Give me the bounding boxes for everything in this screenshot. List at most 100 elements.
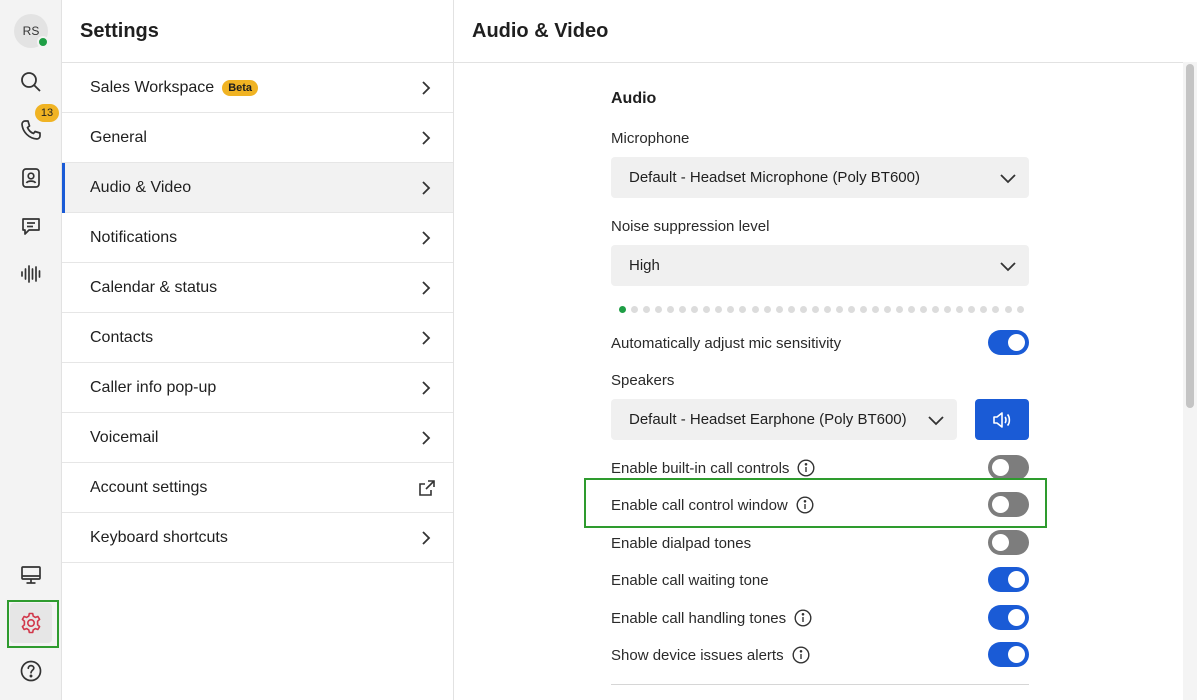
chevron-right-icon (422, 231, 431, 245)
mic-level-dot (643, 305, 651, 313)
menu-item-label: Notifications (90, 228, 178, 246)
noise-suppression-value: High (629, 257, 660, 274)
toggle-knob (1008, 609, 1025, 626)
mic-level-dot (751, 305, 759, 313)
voicemail-icon (21, 265, 41, 283)
toggle-row-call-handling-tones: Enable call handling tones (611, 605, 1029, 631)
info-icon[interactable] (794, 609, 812, 627)
menu-item-account-settings[interactable]: Account settings (62, 463, 453, 513)
microphone-select[interactable]: Default - Headset Microphone (Poly BT600… (611, 157, 1029, 198)
menu-item-audio-video[interactable]: Audio & Video (62, 163, 453, 213)
chevron-right-icon (422, 531, 431, 545)
audio-section-title: Audio (611, 90, 657, 107)
mic-level-dot (703, 305, 711, 313)
dialpad-tones-toggle[interactable] (988, 530, 1029, 555)
mic-level-dot (715, 305, 723, 313)
toggle-knob (992, 459, 1009, 476)
chevron-right-icon (422, 431, 431, 445)
calls-badge: 13 (35, 104, 59, 122)
search-button[interactable] (11, 62, 51, 102)
info-icon[interactable] (792, 646, 810, 664)
settings-panel: Settings Sales Workspace Beta General Au… (62, 0, 454, 700)
menu-item-contacts[interactable]: Contacts (62, 313, 453, 363)
mic-level-meter (619, 305, 1024, 313)
menu-item-general[interactable]: General (62, 113, 453, 163)
toggle-row-device-issues-alerts: Show device issues alerts (611, 642, 1029, 668)
mic-level-dot (775, 305, 783, 313)
toggle-label: Enable call handling tones (611, 609, 787, 627)
menu-item-sales-workspace[interactable]: Sales Workspace Beta (62, 63, 453, 113)
toggle-knob (1008, 646, 1025, 663)
mic-level-dot (739, 305, 747, 313)
menu-item-label: Audio & Video (90, 178, 192, 196)
speakers-select[interactable]: Default - Headset Earphone (Poly BT600) (611, 399, 957, 440)
info-icon[interactable] (797, 459, 815, 477)
noise-suppression-select[interactable]: High (611, 245, 1029, 286)
chevron-right-icon (422, 331, 431, 345)
device-issues-alerts-toggle[interactable] (988, 642, 1029, 667)
menu-item-label: Account settings (90, 478, 208, 496)
mic-level-dot (823, 305, 831, 313)
external-link-icon (419, 480, 435, 496)
toggle-label: Enable call waiting tone (611, 571, 769, 589)
mic-level-dot (619, 305, 626, 313)
menu-item-label: Keyboard shortcuts (90, 528, 228, 546)
toggle-row-call-control-window: Enable call control window (611, 492, 1029, 518)
toggle-label: Enable call control window (611, 496, 788, 514)
help-button[interactable] (11, 651, 51, 691)
contacts-icon (22, 168, 40, 188)
audio-video-content: Audio & Video Audio Microphone Default -… (454, 0, 1197, 700)
mic-level-dot (679, 305, 687, 313)
menu-item-notifications[interactable]: Notifications (62, 213, 453, 263)
menu-item-label: Voicemail (90, 428, 159, 446)
mic-level-dot (1004, 305, 1012, 313)
menu-item-keyboard-shortcuts[interactable]: Keyboard shortcuts (62, 513, 453, 563)
toggle-label: Show device issues alerts (611, 646, 784, 664)
menu-item-caller-info[interactable]: Caller info pop-up (62, 363, 453, 413)
mic-level-dot (871, 305, 879, 313)
settings-title: Settings (80, 20, 159, 42)
test-speaker-button[interactable] (975, 399, 1029, 440)
mic-level-dot (835, 305, 843, 313)
chat-button[interactable] (11, 206, 51, 246)
mic-level-dot (655, 305, 663, 313)
settings-button[interactable] (11, 603, 51, 643)
chevron-down-icon (1000, 174, 1016, 184)
presence-indicator (37, 36, 49, 48)
toggle-knob (992, 534, 1009, 551)
search-icon (21, 72, 41, 92)
noise-suppression-label: Noise suppression level (611, 218, 770, 235)
mic-level-dot (980, 305, 988, 313)
monitor-icon (21, 566, 41, 584)
built-in-controls-toggle[interactable] (988, 455, 1029, 480)
chevron-down-icon (928, 416, 944, 426)
mic-level-dot (968, 305, 976, 313)
voicemail-button[interactable] (11, 254, 51, 294)
chevron-down-icon (1000, 262, 1016, 272)
scrollbar-thumb[interactable] (1186, 64, 1194, 408)
help-icon (20, 660, 42, 682)
mic-level-dot (667, 305, 675, 313)
chevron-right-icon (422, 131, 431, 145)
mic-level-dot (908, 305, 916, 313)
menu-item-label: General (90, 128, 147, 146)
mic-level-dot (691, 305, 699, 313)
devices-button[interactable] (11, 555, 51, 595)
call-handling-tones-toggle[interactable] (988, 605, 1029, 630)
menu-item-label: Sales Workspace (90, 78, 215, 96)
mic-level-dot (920, 305, 928, 313)
menu-item-voicemail[interactable]: Voicemail (62, 413, 453, 463)
menu-item-calendar-status[interactable]: Calendar & status (62, 263, 453, 313)
mic-level-dot (727, 305, 735, 313)
call-waiting-tone-toggle[interactable] (988, 567, 1029, 592)
menu-item-label: Contacts (90, 328, 154, 346)
info-icon[interactable] (796, 496, 814, 514)
phone-icon (21, 120, 41, 140)
contacts-button[interactable] (11, 158, 51, 198)
avatar[interactable]: RS (14, 14, 49, 48)
toggle-row-auto-mic: Automatically adjust mic sensitivity (611, 330, 1029, 356)
toggle-knob (992, 496, 1009, 513)
call-control-window-toggle[interactable] (988, 492, 1029, 517)
navigation-rail: RS 13 (0, 0, 62, 700)
auto-mic-toggle[interactable] (988, 330, 1029, 355)
